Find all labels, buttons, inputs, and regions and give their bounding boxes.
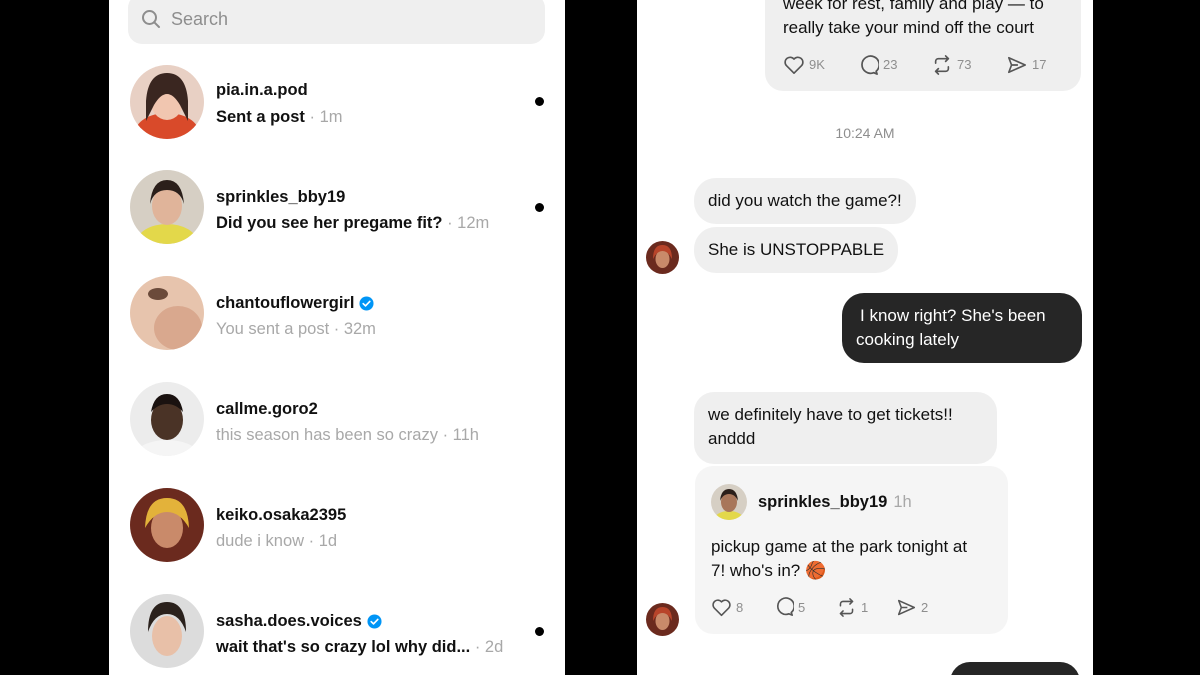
comment-icon xyxy=(776,597,794,616)
search-placeholder[interactable]: Search xyxy=(171,9,228,30)
reply-button[interactable]: 5 xyxy=(774,597,836,617)
conversation-username: chantouflowergirl xyxy=(216,294,374,313)
avatar[interactable] xyxy=(130,594,204,668)
repost-button[interactable]: 73 xyxy=(931,53,1006,77)
incoming-message[interactable]: we definitely have to get tickets!! andd… xyxy=(694,392,997,464)
like-button[interactable]: 8 xyxy=(711,598,774,617)
inbox-panel: Search pia.in.a.pod Sent a post · 1m spr… xyxy=(109,0,565,675)
conversation-preview: dude i know · 1d xyxy=(216,532,338,550)
comment-icon xyxy=(861,54,879,75)
post-text: week for rest, family and play — to real… xyxy=(783,0,1044,37)
conversation-time: · 2d xyxy=(474,638,504,656)
incoming-message[interactable]: She is UNSTOPPABLE xyxy=(694,227,899,273)
conversation-time: · 11h xyxy=(442,426,479,444)
sender-avatar[interactable] xyxy=(646,241,679,274)
conversation-row[interactable]: chantouflowergirl You sent a post · 32m xyxy=(109,260,565,365)
incoming-message[interactable]: did you watch the game?! xyxy=(694,178,916,224)
unread-indicator xyxy=(535,203,544,212)
shared-post-card[interactable]: sprinkles_bby19 1h pickup game at the pa… xyxy=(695,466,1008,634)
share-button[interactable]: 17 xyxy=(1006,53,1046,77)
shared-post-card[interactable]: week for rest, family and play — to real… xyxy=(765,0,1081,91)
avatar[interactable] xyxy=(130,65,204,139)
chat-panel: week for rest, family and play — to real… xyxy=(637,0,1093,675)
avatar[interactable] xyxy=(130,382,204,456)
outgoing-message[interactable] xyxy=(950,662,1080,675)
conversation-preview: Sent a post · 1m xyxy=(216,108,343,126)
post-author-avatar[interactable] xyxy=(711,484,747,520)
conversation-username: keiko.osaka2395 xyxy=(216,506,347,524)
heart-icon xyxy=(712,598,731,616)
repost-button[interactable]: 1 xyxy=(836,597,896,617)
search-icon xyxy=(142,10,160,28)
conversation-username: sasha.does.voices xyxy=(216,612,382,631)
repost-icon xyxy=(934,55,950,75)
search-bar[interactable]: Search xyxy=(128,0,545,44)
conversation-time: · 1m xyxy=(309,108,343,126)
conversation-row[interactable]: callme.goro2 this season has been so cra… xyxy=(109,366,565,471)
post-stats: 8 5 1 2 xyxy=(711,597,928,617)
conversation-username: pia.in.a.pod xyxy=(216,81,308,99)
avatar[interactable] xyxy=(130,488,204,562)
avatar[interactable] xyxy=(130,276,204,350)
conversation-time: · 1d xyxy=(308,532,338,550)
post-stats: 9K 23 73 17 xyxy=(783,53,1046,77)
send-icon xyxy=(1008,56,1026,74)
conversation-row[interactable]: sprinkles_bby19 Did you see her pregame … xyxy=(109,154,565,259)
share-button[interactable]: 2 xyxy=(896,598,928,617)
conversation-preview: You sent a post · 32m xyxy=(216,320,376,338)
outgoing-message[interactable]: I know right? She's been cooking lately xyxy=(842,293,1082,363)
verified-badge-icon xyxy=(359,296,374,311)
verified-badge-icon xyxy=(367,614,382,629)
send-icon xyxy=(897,599,916,615)
sender-avatar[interactable] xyxy=(646,603,679,636)
reply-button[interactable]: 23 xyxy=(858,53,931,77)
like-button[interactable]: 9K xyxy=(783,53,858,77)
conversation-username: sprinkles_bby19 xyxy=(216,188,346,206)
conversation-preview: Did you see her pregame fit? · 12m xyxy=(216,214,490,232)
conversation-preview: wait that's so crazy lol why did... · 2d xyxy=(216,638,504,656)
repost-icon xyxy=(839,597,854,617)
post-header: sprinkles_bby19 1h xyxy=(758,493,912,512)
conversation-row[interactable]: keiko.osaka2395 dude i know · 1d xyxy=(109,472,565,577)
unread-indicator xyxy=(535,627,544,636)
message-timestamp: 10:24 AM xyxy=(835,125,895,141)
heart-icon xyxy=(784,56,804,74)
post-text: pickup game at the park tonight at 7! wh… xyxy=(711,537,968,580)
conversation-username: callme.goro2 xyxy=(216,400,318,418)
conversation-time: · 32m xyxy=(333,320,376,338)
avatar[interactable] xyxy=(130,170,204,244)
post-author-username[interactable]: sprinkles_bby19 xyxy=(758,493,887,512)
conversation-row[interactable]: sasha.does.voices wait that's so crazy l… xyxy=(109,578,565,675)
post-time: 1h xyxy=(893,493,912,511)
conversation-preview: this season has been so crazy · 11h xyxy=(216,426,479,444)
unread-indicator xyxy=(535,97,544,106)
conversation-time: · 12m xyxy=(447,214,490,232)
conversation-row[interactable]: pia.in.a.pod Sent a post · 1m xyxy=(109,48,565,153)
